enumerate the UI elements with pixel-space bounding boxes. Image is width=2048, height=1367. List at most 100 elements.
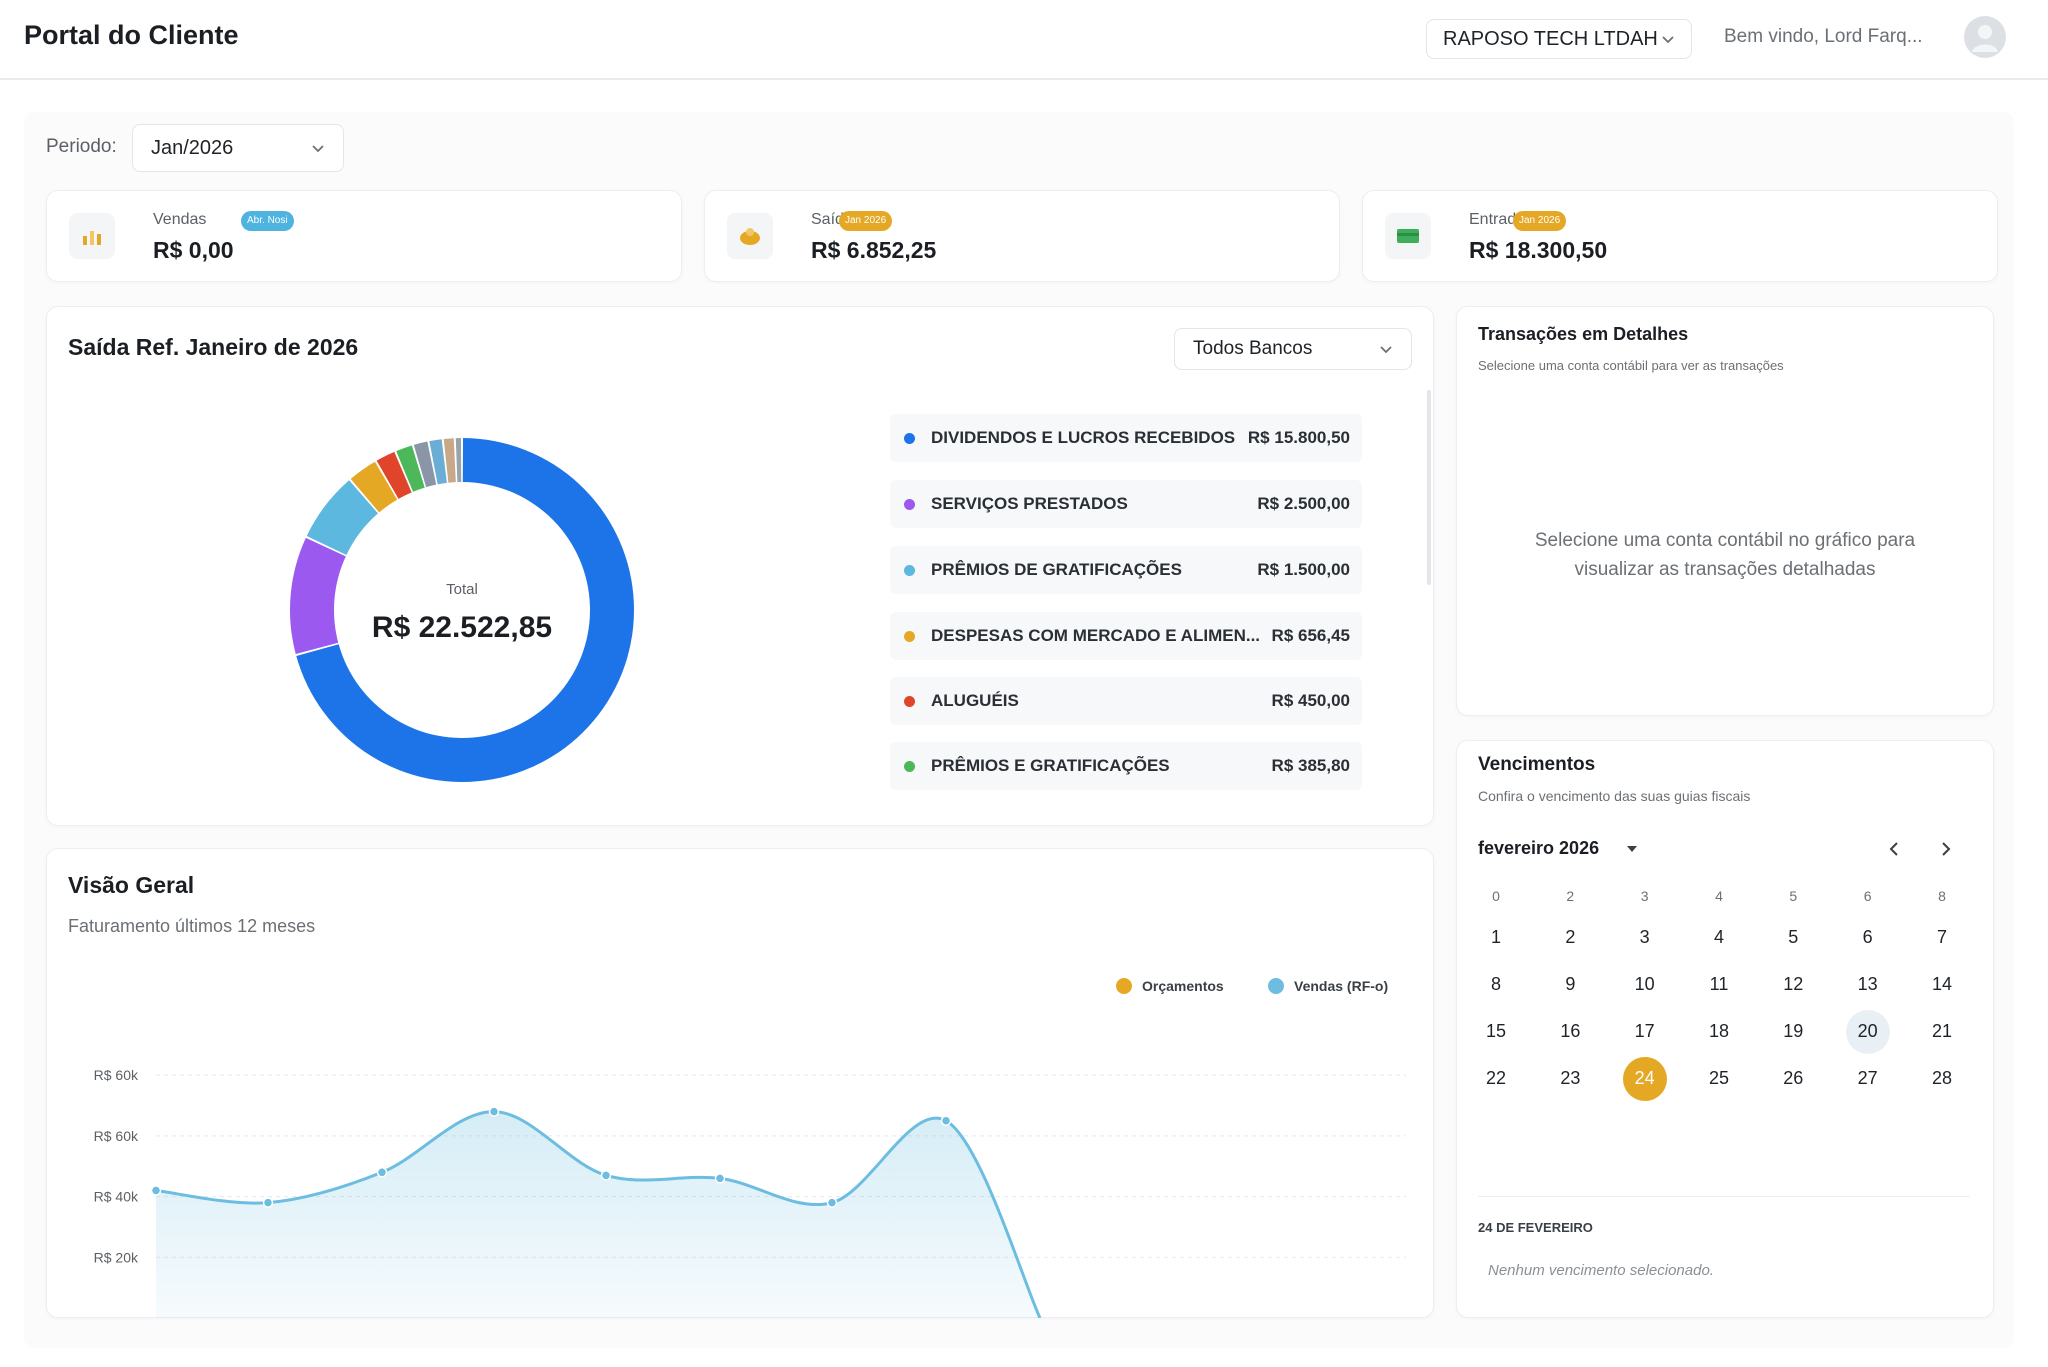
kpi-card-entrada[interactable]: Entrada Jan 2026 R$ 18.300,50 — [1362, 190, 1998, 282]
legend-label: SERVIÇOS PRESTADOS — [931, 494, 1128, 513]
legend-dot — [904, 630, 915, 642]
series-point[interactable] — [262, 1197, 274, 1208]
donut-total-value: R$ 22.522,85 — [372, 611, 552, 644]
calendar-day[interactable]: 23 — [1548, 1057, 1592, 1101]
legend-value: R$ 1.500,00 — [1257, 560, 1350, 579]
legend-value: R$ 2.500,00 — [1257, 494, 1350, 513]
user-icon — [1972, 25, 1998, 52]
legend-label: ALUGUÉIS — [931, 691, 1019, 710]
kpi-badge: Jan 2026 — [839, 211, 893, 231]
calendar-day[interactable]: 3 — [1623, 916, 1667, 960]
calendar-day[interactable]: 6 — [1846, 916, 1890, 960]
placeholder-line-1: Selecione uma conta contábil no gráfico … — [1534, 530, 1916, 551]
calendar-day[interactable]: 25 — [1697, 1057, 1741, 1101]
caret-down-icon — [1627, 846, 1638, 852]
calendar-week-row: 1234567 — [1474, 914, 1964, 961]
top-bar: Portal do Cliente RAPOSO TECH LTDAH Bem … — [0, 0, 2048, 80]
period-select[interactable]: Jan/2026 — [132, 124, 344, 172]
banks-select-value: Todos Bancos — [1193, 338, 1313, 359]
legend-label: DIVIDENDOS E LUCROS RECEBIDOS — [931, 428, 1236, 447]
money-icon — [1385, 213, 1431, 259]
bar-chart-icon — [69, 213, 115, 259]
transacoes-subtitle: Selecione uma conta contábil para ver as… — [1478, 358, 1784, 373]
calendar-day[interactable]: 12 — [1771, 963, 1815, 1007]
calendar-day[interactable]: 24 — [1622, 1056, 1667, 1101]
calendar-month-select[interactable]: fevereiro 2026 — [1478, 838, 1638, 859]
calendar-weekday: 2 — [1566, 888, 1575, 904]
legend-item-vendas[interactable]: Vendas (RF-o) — [1268, 978, 1388, 994]
calendar-day[interactable]: 21 — [1920, 1010, 1964, 1054]
calendar-day[interactable]: 19 — [1771, 1010, 1815, 1054]
calendar-day[interactable]: 17 — [1623, 1010, 1667, 1054]
calendar-day[interactable]: 15 — [1474, 1010, 1518, 1054]
calendar-day[interactable]: 8 — [1474, 963, 1518, 1007]
kpi-label: Vendas — [153, 211, 207, 228]
calendar-day[interactable]: 11 — [1697, 963, 1741, 1007]
kpi-card-vendas[interactable]: Vendas Abr. Nosi R$ 0,00 — [46, 190, 682, 282]
calendar-week-row: 22 23 24 25 26 27 28 — [1474, 1055, 1964, 1102]
kpi-value: R$ 0,00 — [153, 237, 234, 263]
calendar-day[interactable]: 10 — [1623, 963, 1667, 1007]
series-point[interactable] — [714, 1173, 726, 1184]
legend-dot — [904, 695, 915, 707]
legend-row[interactable]: PRÊMIOS E GRATIFICAÇÕES R$ 385,80 — [890, 742, 1362, 790]
donut-chart[interactable]: Total R$ 22.522,85 — [262, 410, 662, 810]
kpi-badge: Jan 2026 — [1513, 211, 1567, 231]
legend-label: PRÊMIOS E GRATIFICAÇÕES — [931, 756, 1170, 775]
series-point[interactable] — [600, 1170, 612, 1181]
series-point[interactable] — [376, 1167, 388, 1178]
calendar-day[interactable]: 20 — [1845, 1009, 1890, 1054]
calendar-day[interactable]: 14 — [1920, 963, 1964, 1007]
series-point[interactable] — [488, 1106, 500, 1117]
calendar-day[interactable]: 18 — [1697, 1010, 1741, 1054]
legend-row[interactable]: ALUGUÉIS R$ 450,00 — [890, 677, 1362, 725]
placeholder-line-2: visualizar as transações detalhadas — [1574, 559, 1876, 580]
kpi-card-saida[interactable]: Saída Jan 2026 R$ 6.852,25 — [704, 190, 1340, 282]
calendar-week-row: 8 9 10 11 12 13 14 — [1474, 961, 1964, 1008]
legend-row[interactable]: SERVIÇOS PRESTADOS R$ 2.500,00 — [890, 480, 1362, 528]
calendar-prev-button[interactable] — [1884, 838, 1904, 860]
chevron-down-icon — [1380, 346, 1392, 354]
line-chart[interactable]: R$ 60k R$ 60k R$ 40k R$ 20k — [46, 1040, 1434, 1318]
legend-dot — [904, 760, 915, 772]
calendar-day[interactable]: 1 — [1474, 916, 1518, 960]
calendar-day[interactable]: 28 — [1920, 1057, 1964, 1101]
legend-item-orcamentos[interactable]: Orçamentos — [1116, 978, 1224, 994]
series-point[interactable] — [940, 1115, 952, 1126]
chevron-down-icon — [312, 145, 324, 153]
selected-date-title: 24 DE FEVEREIRO — [1478, 1220, 1593, 1235]
welcome-text: Bem vindo, Lord Farq... — [1724, 26, 1923, 47]
calendar-day[interactable]: 4 — [1697, 916, 1741, 960]
transacoes-placeholder: Selecione uma conta contábil no gráfico … — [1510, 526, 1940, 584]
donut-total-label: Total — [446, 581, 478, 598]
legend-row[interactable]: DESPESAS COM MERCADO E ALIMEN... R$ 656,4… — [890, 612, 1362, 660]
series-point[interactable] — [826, 1197, 838, 1208]
calendar-day[interactable]: 5 — [1771, 916, 1815, 960]
series-point[interactable] — [150, 1185, 162, 1196]
legend-label: Vendas (RF-o) — [1294, 978, 1389, 994]
y-tick-label: R$ 40k — [94, 1189, 139, 1205]
calendar-next-button[interactable] — [1936, 838, 1956, 860]
donut-slice[interactable] — [290, 537, 346, 655]
calendar-day[interactable]: 26 — [1771, 1057, 1815, 1101]
calendar-day[interactable]: 9 — [1548, 963, 1592, 1007]
calendar-day[interactable]: 22 — [1474, 1057, 1518, 1101]
calendar-day[interactable]: 7 — [1920, 916, 1964, 960]
banks-select[interactable]: Todos Bancos — [1174, 328, 1412, 370]
legend-row[interactable]: PRÊMIOS DE GRATIFICAÇÕES R$ 1.500,00 — [890, 546, 1362, 594]
legend-dot — [1268, 978, 1284, 994]
calendar-day[interactable]: 16 — [1548, 1010, 1592, 1054]
calendar-day[interactable]: 27 — [1846, 1057, 1890, 1101]
calendar-day[interactable]: 13 — [1846, 963, 1890, 1007]
calendar-day[interactable]: 2 — [1548, 916, 1592, 960]
donut-slice[interactable] — [455, 438, 462, 483]
avatar[interactable] — [1964, 16, 2006, 58]
legend-row[interactable]: DIVIDENDOS E LUCROS RECEBIDOS R$ 15.800,5… — [890, 414, 1362, 462]
chevron-down-icon — [1662, 36, 1674, 44]
saida-title: Saída Ref. Janeiro de 2026 — [68, 334, 359, 360]
legend-dot — [904, 564, 915, 576]
chevron-left-icon — [1889, 842, 1898, 856]
company-select[interactable]: RAPOSO TECH LTDAH — [1426, 19, 1692, 59]
kpi-value: R$ 6.852,25 — [811, 237, 937, 263]
legend-scrollbar[interactable] — [1427, 390, 1431, 585]
